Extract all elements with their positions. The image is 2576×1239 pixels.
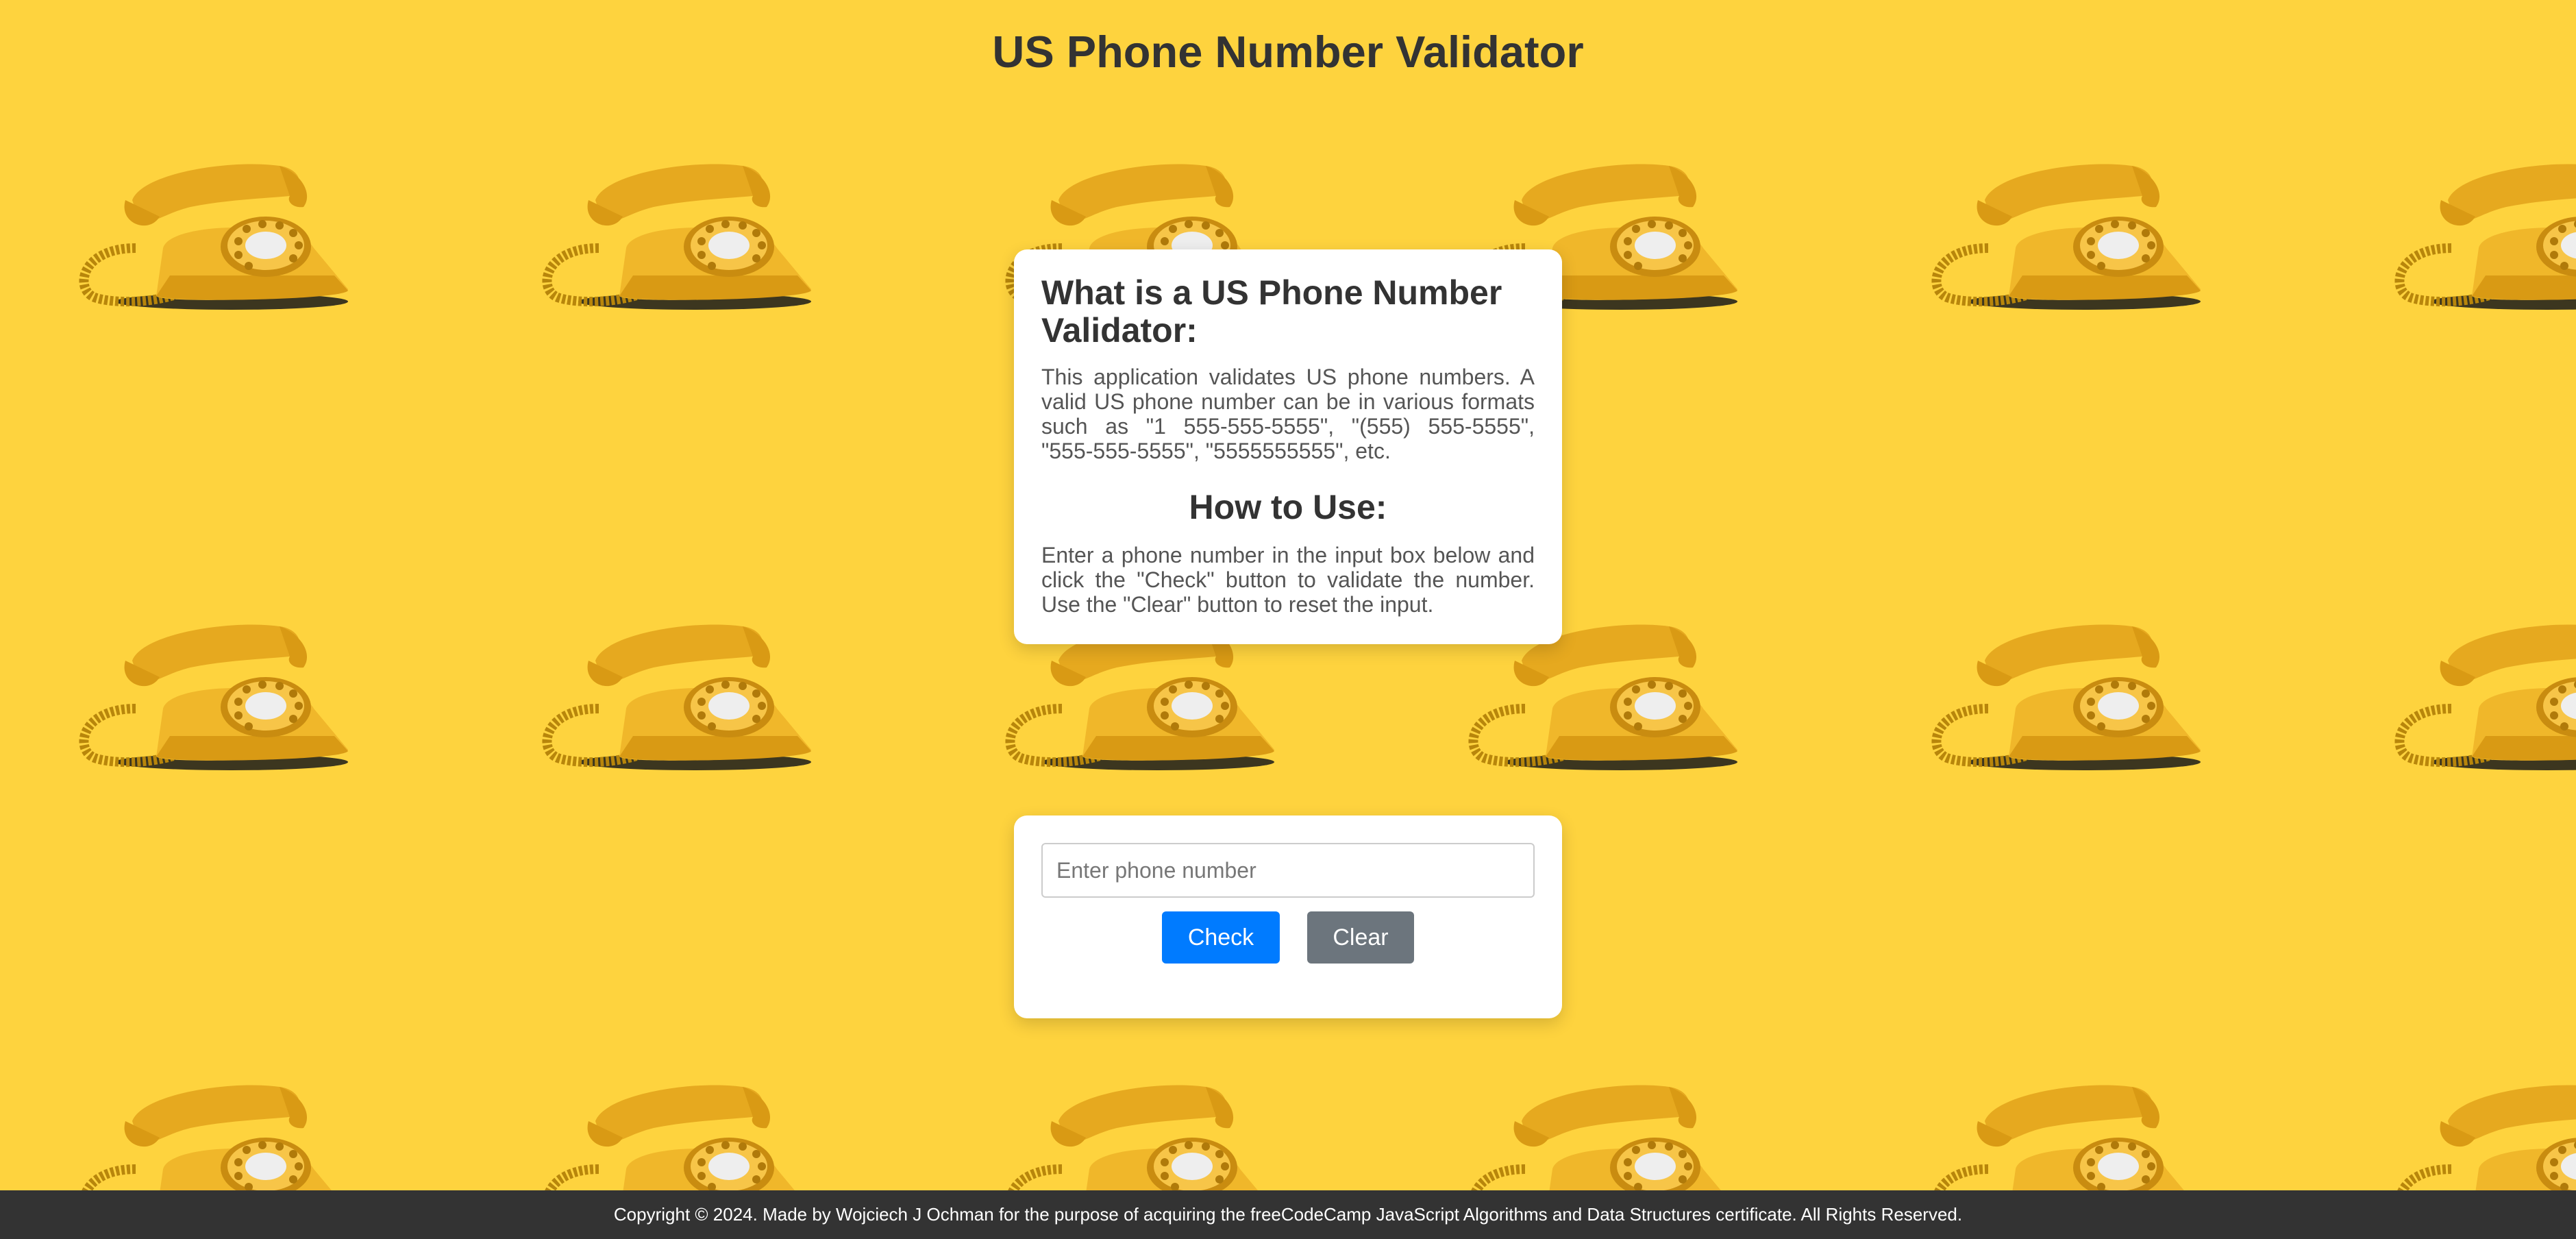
telephone-icon bbox=[1906, 606, 2221, 784]
howto-text: Enter a phone number in the input box be… bbox=[1041, 543, 1535, 617]
info-description: This application validates US phone numb… bbox=[1041, 365, 1535, 463]
button-row: Check Clear bbox=[1041, 911, 1535, 964]
telephone-icon bbox=[2369, 145, 2576, 323]
telephone-icon bbox=[2369, 606, 2576, 784]
telephone-icon bbox=[517, 145, 832, 323]
telephone-icon bbox=[1906, 145, 2221, 323]
telephone-icon bbox=[53, 606, 369, 784]
footer: Copyright © 2024. Made by Wojciech J Och… bbox=[0, 1190, 2576, 1239]
footer-copyright: Copyright © 2024. Made by Wojciech J Och… bbox=[613, 1204, 1963, 1225]
info-card: What is a US Phone Number Validator: Thi… bbox=[1014, 249, 1562, 644]
telephone-icon bbox=[53, 145, 369, 323]
page-title: US Phone Number Validator bbox=[992, 27, 1584, 77]
clear-button[interactable]: Clear bbox=[1307, 911, 1414, 964]
check-button[interactable]: Check bbox=[1162, 911, 1280, 964]
telephone-icon bbox=[517, 606, 832, 784]
validator-form: Check Clear bbox=[1014, 815, 1562, 1018]
phone-number-input[interactable] bbox=[1041, 843, 1535, 898]
info-heading: What is a US Phone Number Validator: bbox=[1041, 273, 1502, 349]
howto-heading: How to Use: bbox=[1189, 488, 1387, 526]
